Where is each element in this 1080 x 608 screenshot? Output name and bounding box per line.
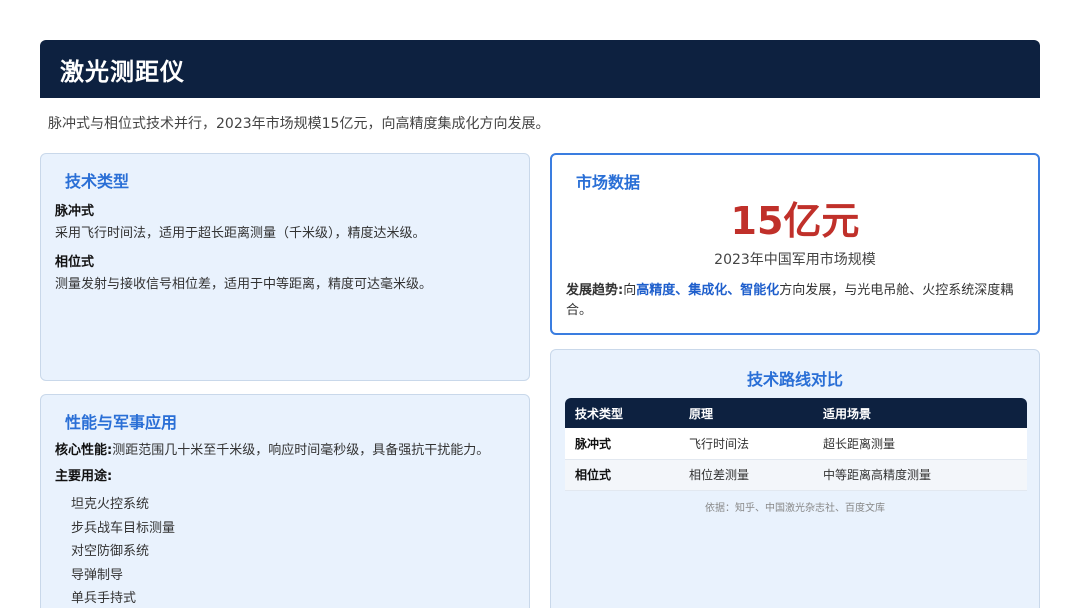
table-row: 脉冲式 飞行时间法 超长距离测量: [565, 428, 1027, 459]
table-cell: 飞行时间法: [679, 428, 813, 459]
market-caption: 2023年中国军用市场规模: [714, 252, 876, 268]
uses-list: 坦克火控系统 步兵战车目标测量 对空防御系统 导弹制导 单兵手持式: [55, 493, 515, 608]
tech-item-desc: 测量发射与接收信号相位差，适用于中等距离，精度可达毫米级。: [55, 277, 433, 292]
column-header: 适用场景: [823, 406, 872, 421]
market-value: 15亿元: [730, 199, 860, 243]
table-cell: 相位式: [565, 459, 679, 490]
source-note: 依据：知乎、中国激光杂志社、百度文库: [705, 502, 885, 514]
routes-title: 技术路线对比: [746, 370, 843, 389]
table-cell: 中等距离高精度测量: [813, 459, 1027, 490]
routes-card: 技术路线对比 技术类型 原理 适用场景 脉冲式 飞行时间法 超长距离测量 相位式…: [550, 349, 1040, 608]
uses-label-text: 主要用途:: [55, 469, 113, 484]
list-item: 单兵手持式: [71, 591, 137, 606]
list-item: 坦克火控系统: [71, 497, 150, 512]
tech-item-desc: 采用飞行时间法，适用于超长距离测量（千米级），精度达米级。: [55, 226, 426, 241]
column-header: 原理: [689, 406, 714, 421]
page-header: 激光测距仪: [40, 40, 1040, 98]
table-header-row: 技术类型 原理 适用场景: [565, 398, 1027, 428]
page-subtitle: 脉冲式与相位式技术并行，2023年市场规模15亿元，向高精度集成化方向发展。: [48, 116, 550, 132]
trend-text: 向: [623, 283, 637, 298]
trend-highlight: 集成化: [688, 283, 728, 298]
core-performance-text: 测距范围几十米至千米级，响应时间毫秒级，具备强抗干扰能力。: [112, 443, 490, 458]
core-performance-label: 核心性能:: [55, 443, 113, 458]
tech-types-card: 技术类型 脉冲式 采用飞行时间法，适用于超长距离测量（千米级），精度达米级。 相…: [40, 153, 530, 381]
column-header: 技术类型: [575, 406, 624, 421]
table-cell: 超长距离测量: [813, 428, 1027, 459]
performance-title: 性能与军事应用: [65, 413, 178, 432]
core-performance: 核心性能:测距范围几十米至千米级，响应时间毫秒级，具备强抗干扰能力。: [55, 441, 515, 461]
performance-card: 性能与军事应用 核心性能:测距范围几十米至千米级，响应时间毫秒级，具备强抗干扰能…: [40, 394, 530, 608]
list-item: 步兵战车目标测量: [71, 520, 176, 536]
market-title: 市场数据: [576, 173, 641, 192]
table-cell: 相位差测量: [679, 459, 813, 490]
tech-item-name: 脉冲式: [55, 204, 95, 219]
page-title: 激光测距仪: [60, 57, 185, 86]
routes-table: 技术类型 原理 适用场景 脉冲式 飞行时间法 超长距离测量 相位式 相位差测量 …: [565, 398, 1027, 491]
market-card: 市场数据 15亿元 2023年中国军用市场规模 发展趋势:向高精度、集成化、智能…: [550, 153, 1040, 335]
table-cell: 脉冲式: [565, 428, 679, 459]
tech-item-name: 相位式: [55, 255, 95, 270]
uses-label: 主要用途:: [55, 467, 515, 487]
list-item: 导弹制导: [71, 567, 124, 583]
trend-highlight: 高精度: [636, 283, 676, 298]
table-row: 相位式 相位差测量 中等距离高精度测量: [565, 459, 1027, 490]
tech-types-title: 技术类型: [65, 172, 130, 191]
trend-highlight: 智能化: [740, 283, 780, 298]
trend-separator: 、: [727, 283, 741, 298]
market-trend: 发展趋势:向高精度、集成化、智能化方向发展，与光电吊舱、火控系统深度耦合。: [566, 281, 1024, 321]
list-item: 对空防御系统: [71, 544, 150, 559]
trend-label: 发展趋势:: [566, 283, 624, 298]
trend-separator: 、: [675, 283, 689, 298]
